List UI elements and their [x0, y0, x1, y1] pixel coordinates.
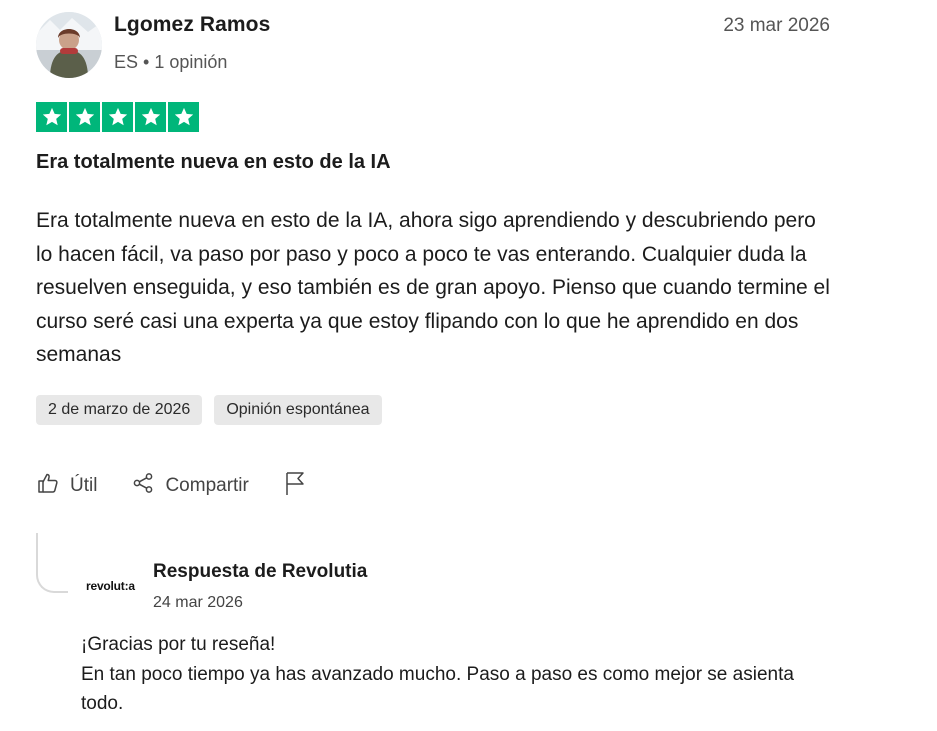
star-icon: [36, 102, 67, 132]
reply-connector: [36, 533, 68, 593]
review-date: 23 mar 2026: [723, 15, 830, 36]
review-type-chip[interactable]: Opinión espontánea: [214, 395, 382, 425]
reply-line-1: ¡Gracias por tu reseña!: [81, 634, 276, 655]
share-button[interactable]: Compartir: [131, 471, 249, 501]
review-tags: 2 de marzo de 2026 Opinión espontánea: [36, 395, 382, 425]
star-icon: [69, 102, 100, 132]
review-actions: Útil Compartir: [36, 470, 307, 502]
reviewer-meta: ES • 1 opinión: [114, 52, 228, 72]
star-icon: [135, 102, 166, 132]
report-button[interactable]: [283, 470, 307, 502]
reply-line-2: En tan poco tiempo ya has avanzado mucho…: [81, 663, 794, 715]
experience-date-chip: 2 de marzo de 2026: [36, 395, 203, 425]
reviewer-name[interactable]: Lgomez Ramos: [114, 13, 270, 37]
star-icon: [102, 102, 133, 132]
star-rating: [36, 102, 199, 132]
reply-heading: Respuesta de Revolutia: [153, 561, 368, 582]
thumbs-up-icon: [36, 471, 60, 501]
useful-label: Útil: [70, 475, 98, 496]
reply-body: ¡Gracias por tu reseña! En tan poco tiem…: [81, 630, 841, 719]
share-label: Compartir: [165, 475, 249, 496]
review-body: Era totalmente nueva en esto de la IA, a…: [36, 209, 830, 366]
star-icon: [168, 102, 199, 132]
reviewer-avatar[interactable]: [36, 12, 102, 78]
share-icon: [131, 471, 155, 501]
reply-date: 24 mar 2026: [153, 594, 243, 611]
review-title[interactable]: Era totalmente nueva en esto de la IA: [36, 151, 391, 174]
useful-button[interactable]: Útil: [36, 471, 97, 501]
company-logo[interactable]: revolut:a: [86, 579, 135, 593]
flag-icon: [283, 470, 307, 502]
